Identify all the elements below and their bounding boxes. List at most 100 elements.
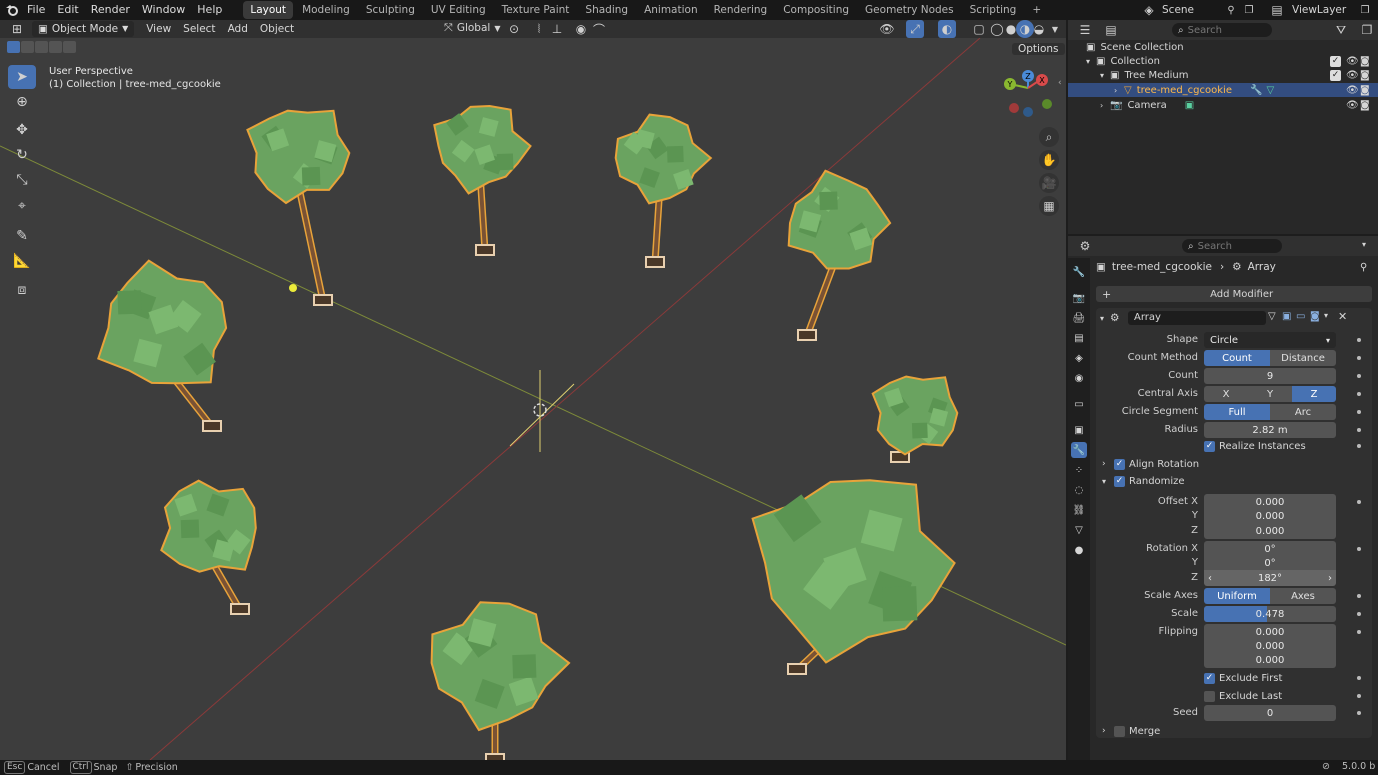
keyframe-dot[interactable] [1357,694,1361,698]
camera-render-icon[interactable]: ◙ [1360,70,1370,81]
exclude-first-checkbox[interactable]: ✓ Exclude First [1204,669,1282,687]
modifier-name-field[interactable]: Array [1128,311,1266,325]
transform-tool[interactable]: ⌖ [8,194,36,218]
tab-layout[interactable]: Layout [243,1,294,19]
merge-subpanel[interactable]: › Merge [1102,722,1160,740]
chevron-down-icon[interactable]: ▾ [1362,240,1366,249]
menu-window[interactable]: Window [136,0,191,20]
align-rotation-subpanel[interactable]: › ✓ Align Rotation [1102,455,1199,473]
checkbox-unchecked-icon[interactable] [1114,725,1125,737]
snap-target-icon[interactable]: ⊥ [548,20,566,38]
tab-modeling[interactable]: Modeling [295,1,357,19]
keyframe-dot[interactable] [1357,392,1361,396]
increment-arrow-icon[interactable]: › [1328,573,1332,584]
display-mode-icon[interactable]: ▤ [1102,21,1120,39]
transform-orientation-dropdown[interactable]: ⤧ Global ▼ [444,21,500,35]
outliner-editor-icon[interactable]: ☰ [1076,21,1094,39]
menu-help[interactable]: Help [191,0,228,20]
pivot-icon[interactable]: ⊙ [505,20,523,38]
scene-tab-icon[interactable]: ◈ [1071,350,1087,366]
keyframe-dot[interactable] [1357,594,1361,598]
exclude-checkbox-icon[interactable]: ✓ [1330,69,1345,81]
mode-dropdown[interactable]: ▣ Object Mode ▼ [32,21,135,37]
eye-icon[interactable]: 👁 [1346,56,1359,67]
tab-sculpting[interactable]: Sculpting [359,1,422,19]
tab-animation[interactable]: Animation [637,1,705,19]
count-method-distance[interactable]: Distance [1270,350,1336,366]
pin-icon[interactable]: ⚲ [1222,1,1240,19]
sidebar-toggle-icon[interactable]: ‹ [1058,78,1062,88]
constraints-tab-icon[interactable]: ⛓ [1071,502,1087,518]
annotate-tool[interactable]: ✎ [8,224,36,248]
viewlayer-selector[interactable]: ▤ ViewLayer ❐ [1268,2,1374,18]
rotation-z-field[interactable]: ‹ 182° › [1204,570,1336,586]
camera-render-icon[interactable]: ◙ [1360,56,1370,67]
outliner-row-scene-collection[interactable]: ▣ Scene Collection [1068,40,1378,54]
pan-hand-icon[interactable]: ✋ [1039,150,1059,170]
outliner-row-tree-med-cgcookie[interactable]: › ▽ tree-med_cgcookie 🔧 ▽ 👁 ◙ [1068,83,1378,97]
offset-y-field[interactable]: 0.000 [1204,508,1336,524]
new-scene-icon[interactable]: ❐ [1240,1,1258,19]
cursor-tool[interactable]: ⊕ [8,90,36,114]
particles-tab-icon[interactable]: ⁘ [1071,462,1087,478]
menu-view[interactable]: View [140,20,177,38]
seed-field[interactable]: 0 [1204,705,1336,721]
eye-icon[interactable]: 👁 [1346,70,1359,81]
count-method-count[interactable]: Count [1204,350,1270,366]
circle-segment-arc[interactable]: Arc [1270,404,1336,420]
eye-icon[interactable]: 👁 [1346,85,1359,96]
outliner-row-collection[interactable]: ▾ ▣ Collection ✓ 👁 ◙ [1068,54,1378,68]
keyframe-dot[interactable] [1357,374,1361,378]
filter-icon[interactable]: ⛛ [1332,21,1350,39]
zoom-icon[interactable]: ⌕ [1039,127,1059,147]
navigation-gizmo[interactable]: Y Z X [1000,66,1060,126]
tab-compositing[interactable]: Compositing [776,1,856,19]
tab-uv-editing[interactable]: UV Editing [424,1,493,19]
decrement-arrow-icon[interactable]: ‹ [1208,573,1212,584]
keyframe-dot[interactable] [1357,356,1361,360]
rotate-tool[interactable]: ↻ [8,143,36,167]
keyframe-dot[interactable] [1357,410,1361,414]
realize-instances-checkbox[interactable]: ✓ Realize Instances [1204,437,1306,455]
3d-viewport[interactable]: Options User Perspective (1) Collection … [0,38,1066,760]
pin-icon[interactable]: ⚲ [1360,262,1367,273]
eye-icon[interactable]: 👁 [1346,100,1359,111]
snap-icon[interactable]: ⦚ [530,20,548,38]
select-box-tool[interactable]: ➤ [8,65,36,89]
properties-editor-icon[interactable]: ⚙ [1076,237,1094,255]
on-cage-toggle-icon[interactable]: ▣ [1282,311,1291,322]
object-tab-icon[interactable]: ▣ [1071,422,1087,438]
keyframe-dot[interactable] [1357,428,1361,432]
circle-segment-full[interactable]: Full [1204,404,1270,420]
menu-edit[interactable]: Edit [51,0,84,20]
exclude-checkbox-icon[interactable]: ✓ [1330,55,1345,67]
rotation-y-field[interactable]: 0° [1204,555,1336,571]
menu-object[interactable]: Object [254,20,300,38]
keyframe-dot[interactable] [1357,547,1361,551]
falloff-icon[interactable]: ⌒ [590,20,608,38]
modifier-tab-icon[interactable]: 🔧 [1071,442,1087,458]
modifier-menu-icon[interactable]: ▾ [1324,311,1328,320]
tab-shading[interactable]: Shading [578,1,635,19]
ortho-toggle-icon[interactable]: ▦ [1039,196,1059,216]
keyframe-dot[interactable] [1357,676,1361,680]
central-axis-x[interactable]: X [1204,386,1248,402]
edit-mode-toggle-icon[interactable]: ▽ [1268,311,1276,322]
tab-texture-paint[interactable]: Texture Paint [495,1,577,19]
camera-render-icon[interactable]: ◙ [1360,100,1370,111]
new-viewlayer-icon[interactable]: ❐ [1356,1,1374,19]
blender-logo-icon[interactable] [3,1,21,19]
central-axis-z[interactable]: Z [1292,386,1336,402]
keyframe-dot[interactable] [1357,500,1361,504]
keyframe-dot[interactable] [1357,711,1361,715]
outliner-row-camera[interactable]: › 📷 Camera ▣ 👁 ◙ [1068,98,1378,112]
scene-selector[interactable]: ◈ Scene ⚲ ❐ [1140,2,1258,18]
exclude-last-checkbox[interactable]: Exclude Last [1204,687,1282,705]
keyframe-dot[interactable] [1357,444,1361,448]
outliner-search[interactable]: ⌕ Search [1172,23,1272,37]
shape-dropdown[interactable]: Circle ▾ [1204,332,1336,348]
output-tab-icon[interactable]: 🖨 [1071,310,1087,326]
add-workspace-button[interactable]: + [1025,1,1048,19]
menu-select[interactable]: Select [177,20,221,38]
overlay-toggle-icon[interactable]: ◐ [938,20,956,38]
